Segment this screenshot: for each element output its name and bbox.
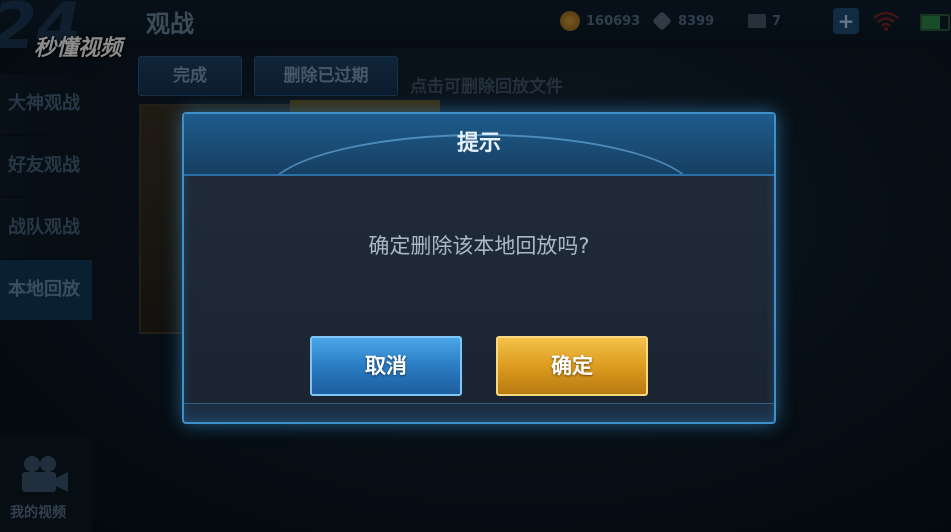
confirm-dialog: 提示 确定删除该本地回放吗? 取消 确定 [182, 112, 776, 424]
dialog-title: 提示 [456, 131, 501, 156]
confirm-button[interactable]: 确定 [496, 336, 648, 396]
cancel-button[interactable]: 取消 [310, 336, 462, 396]
dialog-footer-decoration [184, 403, 774, 422]
dialog-message: 确定删除该本地回放吗? [368, 234, 590, 258]
dialog-header: 提示 [184, 114, 774, 176]
